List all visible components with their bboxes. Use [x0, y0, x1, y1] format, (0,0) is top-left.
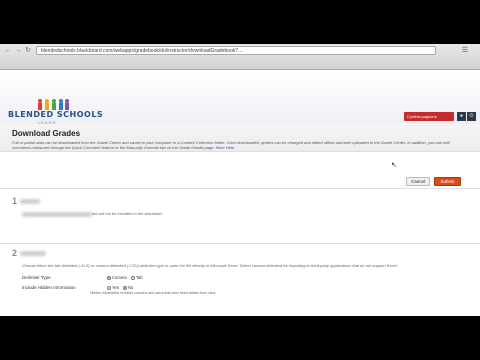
logout-icon[interactable]: ⏻: [467, 112, 476, 121]
mouse-cursor-icon: ↖: [391, 162, 397, 169]
address-bar[interactable]: blendedschools.blackboard.com/webapps/gr…: [36, 46, 436, 55]
radio-tab[interactable]: [130, 275, 135, 280]
delimiter-type-options: Comma Tab: [104, 275, 143, 280]
step-description: ted will not be included in the download…: [92, 211, 163, 216]
back-arrow-icon[interactable]: ←: [4, 47, 12, 55]
content-panel: Download Grades Full or partial data can…: [0, 124, 480, 316]
delimiter-type-label: Delimiter Type: [22, 275, 51, 280]
step-number: 1: [12, 196, 18, 206]
radio-no[interactable]: [123, 285, 128, 290]
browser-toolbar: ← → ↻ blendedschools.blackboard.com/weba…: [0, 44, 480, 70]
menu-icon[interactable]: ☰: [460, 46, 470, 55]
submit-button[interactable]: Submit: [434, 177, 461, 186]
hidden-info-note: Hidden information includes columns and …: [90, 291, 216, 295]
screen-frame: ← → ↻ blendedschools.blackboard.com/weba…: [0, 44, 480, 316]
bookmarks-bar: [0, 57, 480, 69]
include-hidden-label: Include Hidden Information: [22, 285, 76, 290]
page-header: Download Grades Full or partial data can…: [0, 124, 480, 152]
cancel-button[interactable]: Cancel: [406, 177, 430, 186]
step-2-section: 2 Choose either the tab delimited (.XLS)…: [0, 248, 480, 316]
include-hidden-options: Yes No: [104, 285, 133, 290]
reload-icon[interactable]: ↻: [24, 47, 32, 55]
step-heading-redacted: [20, 251, 46, 256]
notifications-icon[interactable]: ●: [457, 112, 466, 121]
forward-arrow-icon[interactable]: →: [14, 47, 22, 55]
page-title: Download Grades: [12, 129, 81, 138]
step-1-section: 1 ted will not be included in the downlo…: [0, 194, 480, 244]
action-bar: Cancel Submit: [0, 169, 480, 189]
radio-comma[interactable]: [107, 275, 111, 280]
user-menu[interactable]: Cynthia paglione: [404, 112, 454, 121]
step-description: Choose either the tab delimited (.XLS) o…: [22, 263, 398, 268]
step-heading-redacted: [20, 199, 40, 204]
radio-yes[interactable]: [107, 285, 111, 290]
logo-wordmark: BLENDED SCHOOLS: [8, 110, 104, 119]
user-tools: ● ⏻: [456, 112, 478, 121]
step-number: 2: [12, 248, 18, 258]
more-help-link[interactable]: More Help: [216, 145, 234, 150]
page-instructions: Full or partial data can be downloaded f…: [12, 140, 450, 150]
step-text-redacted: [22, 212, 92, 217]
